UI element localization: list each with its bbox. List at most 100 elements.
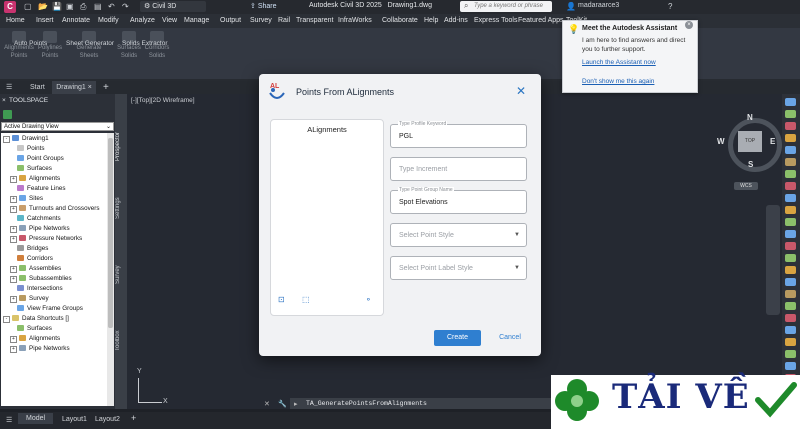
tree-item[interactable]: + Survey [10, 294, 49, 304]
help-icon[interactable]: ? [668, 2, 672, 11]
right-toolbar-button[interactable] [785, 302, 796, 310]
dialog-close-icon[interactable]: ✕ [516, 84, 526, 98]
select-from-drawing-icon[interactable]: ⬚ [302, 295, 310, 304]
menu-annotate[interactable]: Annotate [62, 17, 90, 24]
assistant-close-icon[interactable]: × [685, 21, 693, 29]
tree-item[interactable]: Points [17, 144, 45, 154]
tab-start[interactable]: Start [30, 81, 45, 94]
tree-expand-icon[interactable]: - [3, 316, 10, 323]
right-toolbar-button[interactable] [785, 146, 796, 154]
right-toolbar-button[interactable] [785, 170, 796, 178]
tree-item[interactable]: + Assemblies [10, 264, 61, 274]
menu-add-ins[interactable]: Add-ins [444, 17, 468, 24]
tree-expand-icon[interactable]: + [10, 266, 17, 273]
create-button[interactable]: Create [434, 330, 481, 346]
right-toolbar-button[interactable] [785, 158, 796, 166]
menu-featured-apps[interactable]: Featured Apps [518, 17, 564, 24]
user-name[interactable]: madaraarce3 [578, 2, 619, 9]
menu-transparent[interactable]: Transparent [296, 17, 333, 24]
compass-north[interactable]: N [747, 113, 753, 122]
redo-icon[interactable]: ↷ [122, 2, 129, 11]
viewport-controls-label[interactable]: [-][Top][2D Wireframe] [131, 97, 195, 104]
right-toolbar-button[interactable] [785, 122, 796, 130]
tree-item[interactable]: Feature Lines [17, 184, 66, 194]
right-toolbar-button[interactable] [785, 230, 796, 238]
tree-item[interactable]: + Pipe Networks [10, 224, 70, 234]
tree-scroll-thumb[interactable] [108, 138, 113, 328]
app-icon[interactable]: C [4, 1, 16, 13]
right-toolbar-button[interactable] [785, 266, 796, 274]
dropdown-arrow-icon[interactable]: ▼ [514, 232, 520, 238]
tree-expand-icon[interactable]: + [10, 206, 17, 213]
tree-item[interactable]: - Data Shortcuts [] [3, 314, 69, 324]
command-text[interactable]: TA_GeneratePointsFromAlignments [306, 400, 427, 407]
assistant-launch-link[interactable]: Launch the Assistant now [582, 59, 656, 66]
toolspace-view-select[interactable]: Active Drawing View ⌄ [1, 122, 114, 131]
share-button[interactable]: ⇪ Share [250, 2, 277, 10]
menu-home[interactable]: Home [6, 17, 25, 24]
tree-expand-icon[interactable]: + [10, 236, 17, 243]
tree-item[interactable]: + Sites [10, 194, 43, 204]
vtab-prospector[interactable]: Prospector [115, 126, 127, 166]
right-toolbar-button[interactable] [785, 182, 796, 190]
tree-expand-icon[interactable]: + [10, 346, 17, 353]
plot-preview-icon[interactable]: ▤ [94, 2, 102, 11]
tree-item[interactable]: Bridges [17, 244, 48, 254]
tree-expand-icon[interactable]: + [10, 196, 17, 203]
right-toolbar-button[interactable] [785, 290, 796, 298]
right-toolbar-button[interactable] [785, 254, 796, 262]
menu-output[interactable]: Output [220, 17, 241, 24]
wcs-menu[interactable]: WCS [734, 182, 758, 190]
cmd-close-icon[interactable]: ✕ [264, 400, 270, 408]
tab-model[interactable]: Model [18, 413, 54, 424]
right-toolbar-button[interactable] [785, 242, 796, 250]
undo-icon[interactable]: ↶ [108, 2, 115, 11]
tree-item[interactable]: Surfaces [17, 164, 52, 174]
menu-express-tools[interactable]: Express Tools [474, 17, 517, 24]
tree-item[interactable]: + Pipe Networks [10, 344, 70, 354]
menu-hamburger-icon[interactable]: ☰ [6, 81, 12, 94]
right-toolbar-button[interactable] [785, 362, 796, 370]
new-tab-icon[interactable]: + [103, 81, 109, 94]
vtab-settings[interactable]: Settings [115, 194, 127, 222]
tab-close-icon[interactable]: × [88, 84, 92, 91]
vtab-toolbox[interactable]: Toolbox [115, 328, 127, 354]
menu-modify[interactable]: Modify [98, 17, 119, 24]
plot-icon[interactable]: ⎙ [80, 2, 86, 12]
tree-item[interactable]: Corridors [17, 254, 53, 264]
tree-expand-icon[interactable]: + [10, 276, 17, 283]
new-icon[interactable]: ▢ [24, 2, 32, 11]
menu-infraworks[interactable]: InfraWorks [338, 17, 372, 24]
add-layout-icon[interactable]: + [131, 413, 136, 423]
tree-expand-icon[interactable]: - [3, 136, 10, 143]
menu-view[interactable]: View [162, 17, 177, 24]
save-as-icon[interactable]: ▣ [66, 2, 74, 11]
navigation-bar[interactable] [766, 205, 780, 315]
save-icon[interactable]: 💾 [52, 2, 62, 11]
tree-item[interactable]: View Frame Groups [17, 304, 83, 314]
tree-expand-icon[interactable]: + [10, 296, 17, 303]
pick-alignments-icon[interactable]: ⚬ [365, 295, 372, 304]
toolspace-close-icon[interactable]: × [2, 97, 6, 104]
vtab-survey[interactable]: Survey [115, 262, 127, 288]
tree-item[interactable]: + Pressure Networks [10, 234, 82, 244]
menu-insert[interactable]: Insert [36, 17, 54, 24]
cmd-customize-icon[interactable]: 🔧 [278, 400, 287, 408]
user-icon[interactable]: 👤 [566, 2, 576, 11]
compass-east[interactable]: E [770, 137, 775, 146]
right-toolbar-button[interactable] [785, 98, 796, 106]
tree-expand-icon[interactable]: + [10, 336, 17, 343]
layout-menu-icon[interactable]: ☰ [6, 416, 12, 424]
menu-survey[interactable]: Survey [250, 17, 272, 24]
menu-manage[interactable]: Manage [184, 17, 209, 24]
tree-item[interactable]: Catchments [17, 214, 61, 224]
right-toolbar-button[interactable] [785, 350, 796, 358]
dropdown-arrow-icon[interactable]: ▼ [514, 265, 520, 271]
toolspace-view-icon[interactable] [3, 110, 12, 119]
tree-item[interactable]: - Drawing1 [3, 134, 49, 144]
right-toolbar-button[interactable] [785, 326, 796, 334]
menu-help[interactable]: Help [424, 17, 438, 24]
tree-item[interactable]: Point Groups [17, 154, 64, 164]
prospector-tree[interactable]: - Drawing1 Points Point Groups Surfaces + Alig… [1, 133, 107, 406]
right-toolbar-button[interactable] [785, 338, 796, 346]
